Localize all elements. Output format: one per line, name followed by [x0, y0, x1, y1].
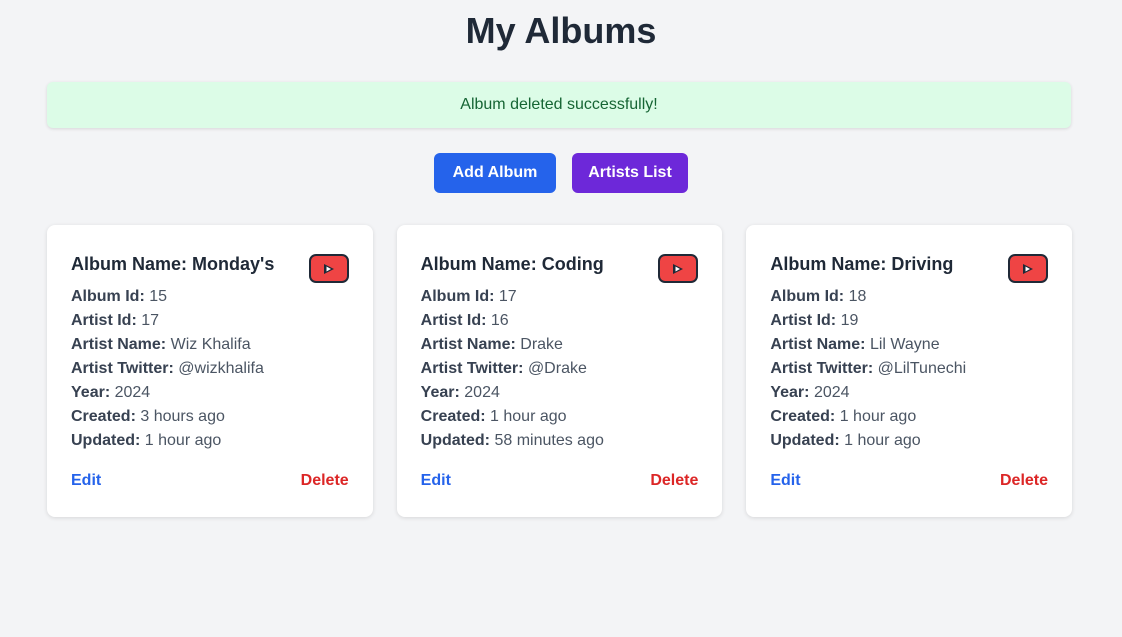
artist-name-value: Wiz Khalifa [170, 336, 251, 353]
artist-name-row: Artist Name: Wiz Khalifa [71, 333, 349, 357]
youtube-icon[interactable] [1008, 254, 1049, 283]
album-id-row: Album Id: 17 [421, 285, 699, 309]
year-label: Year: [420, 384, 460, 401]
album-name-label: Album Name: [420, 254, 537, 274]
artist-twitter-value: @wizkhalifa [178, 360, 264, 377]
created-row: Created: 1 hour ago [770, 405, 1048, 429]
artist-id-value: 16 [490, 312, 509, 329]
year-label: Year: [71, 384, 111, 401]
year-value: 2024 [114, 384, 151, 401]
album-list: Album Name: Monday's Album Id: 15 Artist… [47, 225, 1073, 517]
artist-id-row: Artist Id: 17 [71, 309, 349, 333]
album-card: Album Name: Driving Album Id: 18 Artist … [746, 225, 1073, 517]
artist-twitter-row: Artist Twitter: @LilTunechi [770, 357, 1048, 381]
youtube-icon[interactable] [308, 254, 349, 283]
updated-label: Updated: [71, 432, 141, 449]
created-value: 1 hour ago [839, 408, 917, 425]
album-id-row: Album Id: 15 [71, 285, 349, 309]
artist-id-value: 19 [840, 312, 859, 329]
album-id-value: 18 [848, 288, 867, 305]
artist-name-label: Artist Name: [770, 336, 866, 353]
album-name-label: Album Name: [71, 254, 188, 274]
artists-list-button[interactable]: Artists List [572, 153, 688, 193]
artist-name-value: Lil Wayne [869, 336, 940, 353]
updated-row: Updated: 1 hour ago [770, 429, 1048, 453]
action-bar: Add Album Artists List [0, 153, 1122, 193]
card-actions: Edit Delete [71, 471, 349, 491]
album-id-label: Album Id: [770, 288, 845, 305]
album-id-value: 15 [149, 288, 168, 305]
artist-twitter-value: @Drake [527, 360, 587, 377]
artist-twitter-label: Artist Twitter: [71, 360, 174, 377]
youtube-icon[interactable] [658, 254, 699, 283]
album-title: Album Name: Coding [421, 253, 699, 275]
year-row: Year: 2024 [71, 381, 349, 405]
album-name-label: Album Name: [770, 254, 887, 274]
artist-id-value: 17 [141, 312, 160, 329]
artist-id-row: Artist Id: 19 [770, 309, 1048, 333]
artist-twitter-label: Artist Twitter: [420, 360, 524, 377]
card-actions: Edit Delete [421, 471, 699, 491]
updated-row: Updated: 1 hour ago [71, 429, 349, 453]
artist-name-value: Drake [520, 336, 563, 353]
delete-link[interactable]: Delete [650, 471, 698, 491]
updated-label: Updated: [420, 432, 490, 449]
updated-label: Updated: [770, 432, 840, 449]
artist-id-label: Artist Id: [420, 312, 487, 329]
album-name-value: Driving [891, 254, 954, 274]
created-row: Created: 3 hours ago [71, 405, 349, 429]
artist-twitter-row: Artist Twitter: @wizkhalifa [71, 357, 349, 381]
album-id-label: Album Id: [71, 288, 145, 305]
created-label: Created: [420, 408, 486, 425]
delete-link[interactable]: Delete [301, 471, 349, 491]
album-card: Album Name: Monday's Album Id: 15 Artist… [47, 225, 373, 517]
artist-name-row: Artist Name: Lil Wayne [770, 333, 1048, 357]
edit-link[interactable]: Edit [421, 471, 451, 491]
year-value: 2024 [464, 384, 500, 401]
created-row: Created: 1 hour ago [421, 405, 699, 429]
artist-id-label: Artist Id: [770, 312, 837, 329]
updated-row: Updated: 58 minutes ago [421, 429, 699, 453]
year-label: Year: [770, 384, 810, 401]
album-name-value: Coding [541, 254, 604, 274]
album-id-label: Album Id: [420, 288, 495, 305]
year-value: 2024 [813, 384, 850, 401]
artist-name-row: Artist Name: Drake [421, 333, 699, 357]
album-name-value: Monday's [192, 254, 275, 274]
artist-twitter-value: @LilTunechi [877, 360, 967, 377]
alert-message: Album deleted successfully! [460, 96, 658, 113]
updated-value: 58 minutes ago [494, 432, 604, 449]
page-title: My Albums [465, 10, 657, 51]
artist-name-label: Artist Name: [420, 336, 516, 353]
album-id-value: 17 [498, 288, 517, 305]
album-card: Album Name: Coding Album Id: 17 Artist I… [396, 225, 723, 517]
album-title: Album Name: Driving [770, 253, 1048, 275]
updated-value: 1 hour ago [844, 432, 921, 449]
success-alert: Album deleted successfully! [47, 82, 1071, 128]
artist-id-row: Artist Id: 16 [421, 309, 699, 333]
page: My Albums Album deleted successfully! Ad… [0, 0, 1122, 637]
year-row: Year: 2024 [770, 381, 1048, 405]
album-id-row: Album Id: 18 [770, 285, 1048, 309]
updated-value: 1 hour ago [144, 432, 222, 449]
artist-twitter-row: Artist Twitter: @Drake [421, 357, 699, 381]
created-label: Created: [71, 408, 136, 425]
year-row: Year: 2024 [421, 381, 699, 405]
artist-id-label: Artist Id: [71, 312, 137, 329]
created-label: Created: [770, 408, 836, 425]
album-title: Album Name: Monday's [71, 253, 349, 275]
add-album-button[interactable]: Add Album [434, 153, 556, 193]
created-value: 3 hours ago [140, 408, 225, 425]
delete-link[interactable]: Delete [1000, 471, 1048, 491]
card-actions: Edit Delete [770, 471, 1048, 491]
artist-name-label: Artist Name: [71, 336, 167, 353]
created-value: 1 hour ago [490, 408, 567, 425]
edit-link[interactable]: Edit [770, 471, 800, 491]
edit-link[interactable]: Edit [71, 471, 101, 491]
artist-twitter-label: Artist Twitter: [770, 360, 874, 377]
